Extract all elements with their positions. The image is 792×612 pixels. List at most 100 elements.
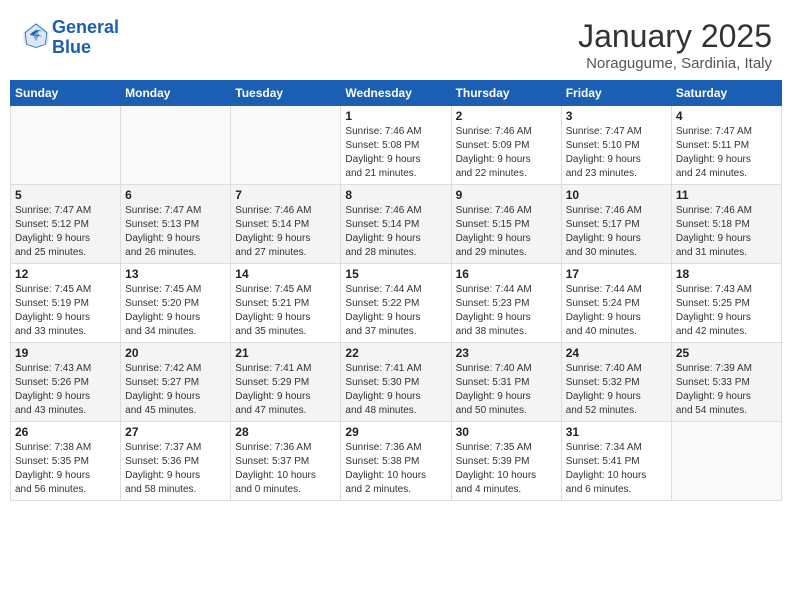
calendar-day-cell: 1Sunrise: 7:46 AM Sunset: 5:08 PM Daylig… (341, 106, 451, 185)
day-info: Sunrise: 7:39 AM Sunset: 5:33 PM Dayligh… (676, 362, 777, 418)
day-info: Sunrise: 7:36 AM Sunset: 5:37 PM Dayligh… (235, 441, 336, 497)
day-number: 10 (566, 188, 667, 202)
calendar-week-row: 12 Sunrise: 7:45 AM Sunset: 5:19 PM Dayli… (11, 264, 782, 343)
day-number: 2 (456, 109, 557, 123)
location: Noragugume, Sardinia, Italy (578, 55, 772, 72)
calendar-day-cell: 16Sunrise: 7:44 AM Sunset: 5:23 PM Dayli… (451, 264, 561, 343)
calendar-day-cell (671, 422, 781, 501)
calendar-day-cell: 14 Sunrise: 7:45 AM Sunset: 5:21 PM Dayli… (231, 264, 341, 343)
calendar-day-cell: 22 Sunrise: 7:41 AM Sunset: 5:30 PM Dayli… (341, 343, 451, 422)
day-number: 27 (125, 425, 226, 439)
day-number: 4 (676, 109, 777, 123)
calendar-day-cell: 15Sunrise: 7:44 AM Sunset: 5:22 PM Dayli… (341, 264, 451, 343)
calendar-day-cell: 30Sunrise: 7:35 AM Sunset: 5:39 PM Dayli… (451, 422, 561, 501)
day-number: 9 (456, 188, 557, 202)
calendar-week-row: 5Sunrise: 7:47 AM Sunset: 5:12 PM Daylig… (11, 185, 782, 264)
day-info: Sunrise: 7:41 AM Sunset: 5:29 PM Dayligh… (235, 362, 336, 418)
weekday-header-row: SundayMondayTuesdayWednesdayThursdayFrid… (11, 81, 782, 106)
day-number: 31 (566, 425, 667, 439)
day-number: 29 (345, 425, 446, 439)
calendar-day-cell: 19 Sunrise: 7:43 AM Sunset: 5:26 PM Dayli… (11, 343, 121, 422)
day-info: Sunrise: 7:46 AM Sunset: 5:14 PM Dayligh… (235, 204, 336, 260)
calendar-day-cell: 24 Sunrise: 7:40 AM Sunset: 5:32 PM Dayli… (561, 343, 671, 422)
calendar-day-cell: 25 Sunrise: 7:39 AM Sunset: 5:33 PM Dayli… (671, 343, 781, 422)
logo-icon (22, 21, 50, 49)
logo: General Blue (20, 18, 119, 58)
calendar-day-cell: 12 Sunrise: 7:45 AM Sunset: 5:19 PM Dayli… (11, 264, 121, 343)
day-number: 26 (15, 425, 116, 439)
day-number: 14 (235, 267, 336, 281)
day-number: 15 (345, 267, 446, 281)
weekday-header-saturday: Saturday (671, 81, 781, 106)
day-number: 17 (566, 267, 667, 281)
day-number: 24 (566, 346, 667, 360)
day-info: Sunrise: 7:44 AM Sunset: 5:24 PM Dayligh… (566, 283, 667, 339)
page-header: General Blue January 2025 Noragugume, Sa… (10, 10, 782, 76)
day-number: 21 (235, 346, 336, 360)
calendar-week-row: 1Sunrise: 7:46 AM Sunset: 5:08 PM Daylig… (11, 106, 782, 185)
day-number: 19 (15, 346, 116, 360)
day-info: Sunrise: 7:36 AM Sunset: 5:38 PM Dayligh… (345, 441, 446, 497)
day-info: Sunrise: 7:45 AM Sunset: 5:19 PM Dayligh… (15, 283, 116, 339)
day-info: Sunrise: 7:34 AM Sunset: 5:41 PM Dayligh… (566, 441, 667, 497)
calendar-day-cell: 8 Sunrise: 7:46 AM Sunset: 5:14 PM Daylig… (341, 185, 451, 264)
weekday-header-thursday: Thursday (451, 81, 561, 106)
calendar-week-row: 19 Sunrise: 7:43 AM Sunset: 5:26 PM Dayli… (11, 343, 782, 422)
calendar-day-cell: 29 Sunrise: 7:36 AM Sunset: 5:38 PM Dayli… (341, 422, 451, 501)
day-info: Sunrise: 7:41 AM Sunset: 5:30 PM Dayligh… (345, 362, 446, 418)
day-number: 22 (345, 346, 446, 360)
weekday-header-friday: Friday (561, 81, 671, 106)
day-number: 28 (235, 425, 336, 439)
calendar-day-cell: 10Sunrise: 7:46 AM Sunset: 5:17 PM Dayli… (561, 185, 671, 264)
calendar-day-cell: 13Sunrise: 7:45 AM Sunset: 5:20 PM Dayli… (121, 264, 231, 343)
calendar-day-cell: 7Sunrise: 7:46 AM Sunset: 5:14 PM Daylig… (231, 185, 341, 264)
calendar-day-cell: 6Sunrise: 7:47 AM Sunset: 5:13 PM Daylig… (121, 185, 231, 264)
calendar-day-cell (231, 106, 341, 185)
day-number: 20 (125, 346, 226, 360)
calendar-day-cell: 11 Sunrise: 7:46 AM Sunset: 5:18 PM Dayli… (671, 185, 781, 264)
calendar-week-row: 26 Sunrise: 7:38 AM Sunset: 5:35 PM Dayli… (11, 422, 782, 501)
day-info: Sunrise: 7:47 AM Sunset: 5:12 PM Dayligh… (15, 204, 116, 260)
calendar-day-cell (11, 106, 121, 185)
title-area: January 2025 Noragugume, Sardinia, Italy (578, 18, 772, 72)
calendar-day-cell: 2 Sunrise: 7:46 AM Sunset: 5:09 PM Daylig… (451, 106, 561, 185)
calendar-day-cell: 21 Sunrise: 7:41 AM Sunset: 5:29 PM Dayli… (231, 343, 341, 422)
calendar-day-cell: 20 Sunrise: 7:42 AM Sunset: 5:27 PM Dayli… (121, 343, 231, 422)
day-info: Sunrise: 7:44 AM Sunset: 5:23 PM Dayligh… (456, 283, 557, 339)
calendar-day-cell: 23Sunrise: 7:40 AM Sunset: 5:31 PM Dayli… (451, 343, 561, 422)
weekday-header-tuesday: Tuesday (231, 81, 341, 106)
calendar-day-cell: 31 Sunrise: 7:34 AM Sunset: 5:41 PM Dayli… (561, 422, 671, 501)
day-number: 18 (676, 267, 777, 281)
calendar-day-cell: 5Sunrise: 7:47 AM Sunset: 5:12 PM Daylig… (11, 185, 121, 264)
day-info: Sunrise: 7:43 AM Sunset: 5:25 PM Dayligh… (676, 283, 777, 339)
day-info: Sunrise: 7:45 AM Sunset: 5:21 PM Dayligh… (235, 283, 336, 339)
day-number: 11 (676, 188, 777, 202)
day-info: Sunrise: 7:37 AM Sunset: 5:36 PM Dayligh… (125, 441, 226, 497)
day-number: 8 (345, 188, 446, 202)
day-info: Sunrise: 7:46 AM Sunset: 5:09 PM Dayligh… (456, 125, 557, 181)
logo-text: General Blue (52, 18, 119, 58)
day-info: Sunrise: 7:46 AM Sunset: 5:18 PM Dayligh… (676, 204, 777, 260)
day-info: Sunrise: 7:42 AM Sunset: 5:27 PM Dayligh… (125, 362, 226, 418)
day-info: Sunrise: 7:43 AM Sunset: 5:26 PM Dayligh… (15, 362, 116, 418)
day-number: 13 (125, 267, 226, 281)
calendar-day-cell: 26 Sunrise: 7:38 AM Sunset: 5:35 PM Dayli… (11, 422, 121, 501)
calendar-day-cell: 27 Sunrise: 7:37 AM Sunset: 5:36 PM Dayli… (121, 422, 231, 501)
day-number: 25 (676, 346, 777, 360)
day-number: 30 (456, 425, 557, 439)
day-info: Sunrise: 7:40 AM Sunset: 5:32 PM Dayligh… (566, 362, 667, 418)
day-number: 12 (15, 267, 116, 281)
weekday-header-monday: Monday (121, 81, 231, 106)
weekday-header-wednesday: Wednesday (341, 81, 451, 106)
weekday-header-sunday: Sunday (11, 81, 121, 106)
day-info: Sunrise: 7:46 AM Sunset: 5:08 PM Dayligh… (345, 125, 446, 181)
month-title: January 2025 (578, 18, 772, 55)
calendar-day-cell: 17 Sunrise: 7:44 AM Sunset: 5:24 PM Dayli… (561, 264, 671, 343)
calendar-day-cell: 4 Sunrise: 7:47 AM Sunset: 5:11 PM Daylig… (671, 106, 781, 185)
day-number: 6 (125, 188, 226, 202)
day-info: Sunrise: 7:46 AM Sunset: 5:14 PM Dayligh… (345, 204, 446, 260)
day-info: Sunrise: 7:47 AM Sunset: 5:11 PM Dayligh… (676, 125, 777, 181)
day-info: Sunrise: 7:38 AM Sunset: 5:35 PM Dayligh… (15, 441, 116, 497)
day-number: 23 (456, 346, 557, 360)
calendar-table: SundayMondayTuesdayWednesdayThursdayFrid… (10, 80, 782, 501)
